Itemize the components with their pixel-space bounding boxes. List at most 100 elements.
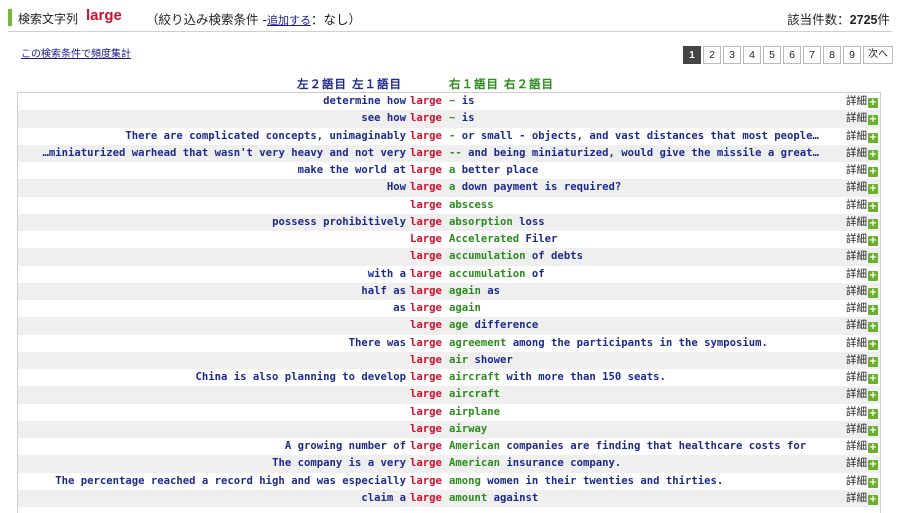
right-rest: and being miniaturized, would give the m… [461,146,819,159]
count-value: 2725 [849,13,878,27]
detail-button[interactable]: 詳細 + [846,179,878,196]
detail-label: 詳細 [846,491,867,504]
table-row: The company is a very large American insur… [18,455,880,473]
search-string-label: 検索文字列 [18,12,79,26]
right-context: ~ is [449,93,842,110]
count-unit: 件 [877,12,890,27]
detail-button[interactable]: 詳細 + [846,300,878,317]
page-button[interactable]: 5 [763,46,781,64]
right-first-word: -- [449,146,462,159]
keyword: large [410,302,442,314]
detail-button[interactable]: 詳細 + [846,214,878,231]
search-term: large [86,7,122,24]
right-first-word: abscess [449,198,494,211]
left-context: The company is a very [272,457,406,470]
right-rest: down payment is required? [455,181,622,194]
plus-icon: + [868,200,878,212]
table-row: A growing number of large American compani… [18,438,880,455]
page-button[interactable]: 9 [843,46,861,64]
frequency-link[interactable]: この検索条件で頻度集計 [21,45,131,60]
detail-button[interactable]: 詳細 + [846,386,878,403]
detail-button[interactable]: 詳細 + [846,110,878,127]
detail-button[interactable]: 詳細 + [846,145,878,162]
table-row: large accumulation of debts 詳細 + [18,248,880,266]
plus-icon: + [868,286,878,298]
right-rest: Filer [519,233,558,245]
detail-label: 詳細 [846,250,867,263]
right-context: -- and being miniaturized, would give th… [449,145,842,162]
keyword: large [410,319,442,332]
right-rest: as [480,284,501,297]
detail-label: 詳細 [846,267,867,280]
table-row: large age difference 詳細 + [18,317,880,335]
right-first-word: again [449,284,481,297]
page-button[interactable]: 1 [683,46,701,64]
detail-button[interactable]: 詳細 + [846,128,878,145]
page-button[interactable]: 6 [783,46,801,64]
detail-button[interactable]: 詳細 + [846,421,878,438]
detail-button[interactable]: 詳細 + [846,404,878,421]
detail-button[interactable]: 詳細 + [846,266,878,283]
detail-button[interactable]: 詳細 + [846,231,878,248]
right-first-word: American [449,440,501,452]
page-button[interactable]: 3 [723,46,741,64]
table-row: with a large accumulation of 詳細 + [18,266,880,283]
detail-button[interactable]: 詳細 + [846,197,878,214]
detail-button[interactable]: 詳細 + [846,490,878,507]
table-row: How large a down payment is required? 詳細 + [18,179,880,197]
right-first-word: age [449,319,469,332]
table-row: half as large again as 詳細 + [18,282,880,300]
right-column-header: 右１語目 右２語目 [449,77,555,91]
plus-icon: + [868,338,878,350]
detail-button[interactable]: 詳細 + [846,352,878,369]
left-context: claim a [361,491,406,504]
detail-button[interactable]: 詳細 + [846,438,878,455]
plus-icon: + [868,355,878,367]
right-rest: shower [468,353,513,366]
detail-button[interactable]: 詳細 + [846,317,878,334]
detail-button[interactable]: 詳細 + [846,335,878,352]
right-rest: companies are finding that healthcare co… [500,440,807,452]
add-filter-link[interactable]: 追加する [267,14,311,27]
detail-label: 詳細 [846,457,867,470]
page-button[interactable]: 2 [703,46,721,64]
header-divider [8,31,892,32]
plus-icon: + [868,373,878,384]
keyword: large [410,181,442,194]
table-row: see how large ~ is 詳細 + [18,110,880,128]
keyword: Large [410,233,442,245]
right-rest: better place [455,164,539,176]
detail-button[interactable]: 詳細 + [846,248,878,265]
keyword: large [410,198,442,211]
detail-button[interactable]: 詳細 + [846,473,878,490]
left-context: How [386,181,406,194]
detail-button[interactable]: 詳細 + [846,93,878,110]
detail-button[interactable]: 詳細 + [846,162,878,179]
table-row: as large again 詳細 + [18,300,880,317]
page-button[interactable]: 4 [743,46,761,64]
detail-label: 詳細 [846,474,867,487]
right-context: - or small - objects, and vast distances… [449,128,842,145]
detail-button[interactable]: 詳細 + [846,369,878,386]
left-context: There was [348,336,406,349]
page-button[interactable]: 7 [803,46,821,64]
right-context: among women in their twenties and thirti… [449,473,842,490]
page-button[interactable]: 8 [823,46,841,64]
next-page-button[interactable]: 次へ [863,46,893,64]
table-row: large aircraft 詳細 + [18,386,880,404]
detail-label: 詳細 [846,164,867,176]
right-context: airway [449,421,842,438]
detail-label: 詳細 [846,405,867,418]
table-row: …miniaturized warhead that wasn't very h… [18,144,880,162]
right-context: a better place [449,162,842,179]
right-rest: difference [468,319,539,332]
detail-button[interactable]: 詳細 + [846,455,878,472]
right-first-word: agreement [449,336,507,349]
table-row: claim a large amount against 詳細 + [18,489,880,507]
header-accent-bar [8,9,12,26]
plus-icon: + [868,235,878,246]
right-first-word: among [449,474,481,487]
right-rest: is [455,112,475,125]
plus-icon: + [868,304,878,315]
detail-button[interactable]: 詳細 + [846,283,878,300]
